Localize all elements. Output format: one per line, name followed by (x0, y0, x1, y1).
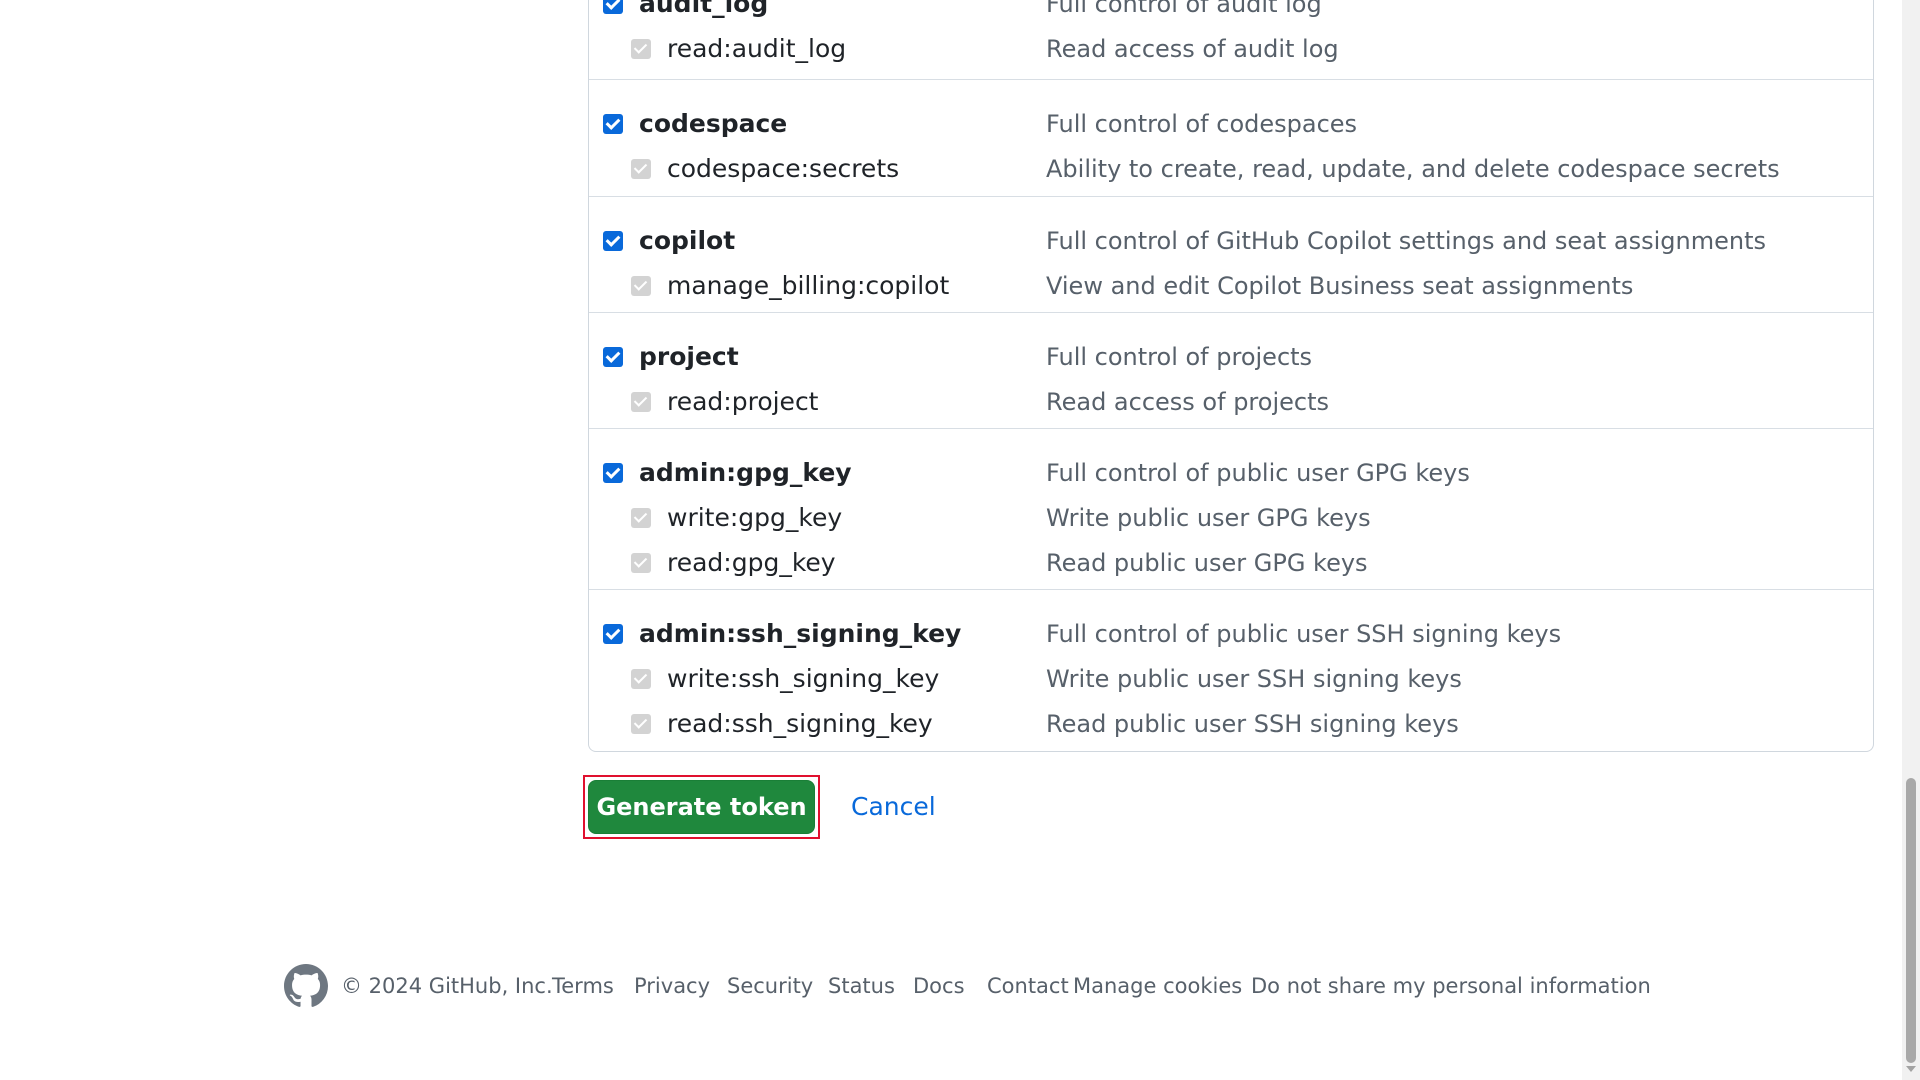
scope-name: admin:gpg_key (639, 458, 852, 487)
scope-row-codespace: codespace Full control of codespaces (589, 108, 1873, 140)
scope-row-project: project Full control of projects (589, 341, 1873, 373)
subscope-description: Write public user SSH signing keys (1046, 665, 1462, 693)
footer-link-contact[interactable]: Contact (987, 964, 1069, 1008)
footer-link-privacy[interactable]: Privacy (634, 964, 710, 1008)
subscope-checkbox-read-ssh-signing-key (631, 714, 651, 734)
scope-checkbox-audit-log[interactable] (603, 0, 623, 14)
subscope-row-codespace-secrets: codespace:secrets Ability to create, read… (589, 153, 1873, 185)
subscope-checkbox-read-audit-log (631, 39, 651, 59)
scope-name: project (639, 342, 739, 371)
footer-copyright: © 2024 GitHub, Inc. (341, 974, 553, 998)
scope-row-admin-gpg-key: admin:gpg_key Full control of public user… (589, 457, 1873, 489)
scope-group-copilot: copilot Full control of GitHub Copilot se… (589, 196, 1873, 313)
scope-checkbox-codespace[interactable] (603, 114, 623, 134)
scopes-list: audit_log Full control of audit log read:a… (588, 0, 1874, 752)
footer-link-docs[interactable]: Docs (913, 964, 965, 1008)
subscope-description: Read access of projects (1046, 388, 1329, 416)
subscope-row-write-ssh-signing-key: write:ssh_signing_key Write public user S… (589, 663, 1873, 695)
scope-description: Full control of projects (1046, 343, 1313, 371)
scope-row-audit-log: audit_log Full control of audit log (589, 0, 1873, 20)
subscope-checkbox-manage-billing-copilot (631, 276, 651, 296)
scope-name: copilot (639, 226, 736, 255)
subscope-description: Read access of audit log (1046, 35, 1339, 63)
subscope-name: codespace:secrets (667, 154, 900, 183)
scope-name: audit_log (639, 0, 769, 18)
subscope-description: View and edit Copilot Business seat assi… (1046, 272, 1634, 300)
scope-group-codespace: codespace Full control of codespaces codes… (589, 79, 1873, 197)
scope-group-admin-ssh-signing-key: admin:ssh_signing_key Full control of pub… (589, 589, 1873, 753)
subscope-row-read-ssh-signing-key: read:ssh_signing_key Read public user SSH… (589, 708, 1873, 740)
subscope-checkbox-read-gpg-key (631, 553, 651, 573)
scope-group-admin-gpg-key: admin:gpg_key Full control of public user… (589, 428, 1873, 590)
scrollbar-thumb[interactable] (1906, 778, 1916, 1063)
subscope-name: manage_billing:copilot (667, 271, 950, 300)
scope-checkbox-admin-gpg-key[interactable] (603, 463, 623, 483)
subscope-name: write:gpg_key (667, 503, 843, 532)
scope-description: Full control of public user GPG keys (1046, 459, 1470, 487)
subscope-row-write-gpg-key: write:gpg_key Write public user GPG keys (589, 502, 1873, 534)
subscope-description: Read public user GPG keys (1046, 549, 1368, 577)
subscope-description: Read public user SSH signing keys (1046, 710, 1459, 738)
subscope-name: read:ssh_signing_key (667, 709, 933, 738)
scope-checkbox-project[interactable] (603, 347, 623, 367)
subscope-checkbox-read-project (631, 392, 651, 412)
subscope-name: read:project (667, 387, 819, 416)
subscope-name: read:audit_log (667, 34, 847, 63)
subscope-row-manage-billing-copilot: manage_billing:copilot View and edit Copi… (589, 270, 1873, 302)
scope-description: Full control of GitHub Copilot settings … (1046, 227, 1767, 255)
generate-token-button[interactable]: Generate token (588, 780, 815, 834)
subscope-checkbox-codespace-secrets (631, 159, 651, 179)
github-mark-icon[interactable] (284, 964, 328, 1012)
scroll-down-arrow-icon[interactable] (1906, 1066, 1916, 1072)
page-scrollbar[interactable] (1902, 0, 1920, 1080)
subscope-row-read-project: read:project Read access of projects (589, 386, 1873, 418)
scope-name: admin:ssh_signing_key (639, 619, 962, 648)
scope-name: codespace (639, 109, 788, 138)
scope-group-audit-log: audit_log Full control of audit log read:a… (589, 0, 1873, 79)
subscope-row-read-audit-log: read:audit_log Read access of audit log (589, 33, 1873, 65)
subscope-name: write:ssh_signing_key (667, 664, 940, 693)
subscope-checkbox-write-ssh-signing-key (631, 669, 651, 689)
scope-description: Full control of public user SSH signing … (1046, 620, 1562, 648)
footer-link-terms[interactable]: Terms (552, 964, 614, 1008)
scope-row-copilot: copilot Full control of GitHub Copilot se… (589, 225, 1873, 257)
subscope-description: Write public user GPG keys (1046, 504, 1371, 532)
scope-row-admin-ssh-signing-key: admin:ssh_signing_key Full control of pub… (589, 618, 1873, 650)
scope-checkbox-copilot[interactable] (603, 231, 623, 251)
scope-checkbox-admin-ssh-signing-key[interactable] (603, 624, 623, 644)
scope-description: Full control of audit log (1046, 0, 1322, 18)
footer-link-manage-cookies[interactable]: Manage cookies (1073, 964, 1242, 1008)
subscope-description: Ability to create, read, update, and del… (1046, 155, 1780, 183)
subscope-row-read-gpg-key: read:gpg_key Read public user GPG keys (589, 547, 1873, 579)
cancel-link[interactable]: Cancel (851, 775, 936, 839)
footer-link-do-not-share[interactable]: Do not share my personal information (1251, 964, 1651, 1008)
scope-group-project: project Full control of projects read:proj… (589, 312, 1873, 429)
subscope-checkbox-write-gpg-key (631, 508, 651, 528)
footer-link-status[interactable]: Status (828, 964, 895, 1008)
footer-link-security[interactable]: Security (727, 964, 813, 1008)
subscope-name: read:gpg_key (667, 548, 836, 577)
scope-description: Full control of codespaces (1046, 110, 1358, 138)
